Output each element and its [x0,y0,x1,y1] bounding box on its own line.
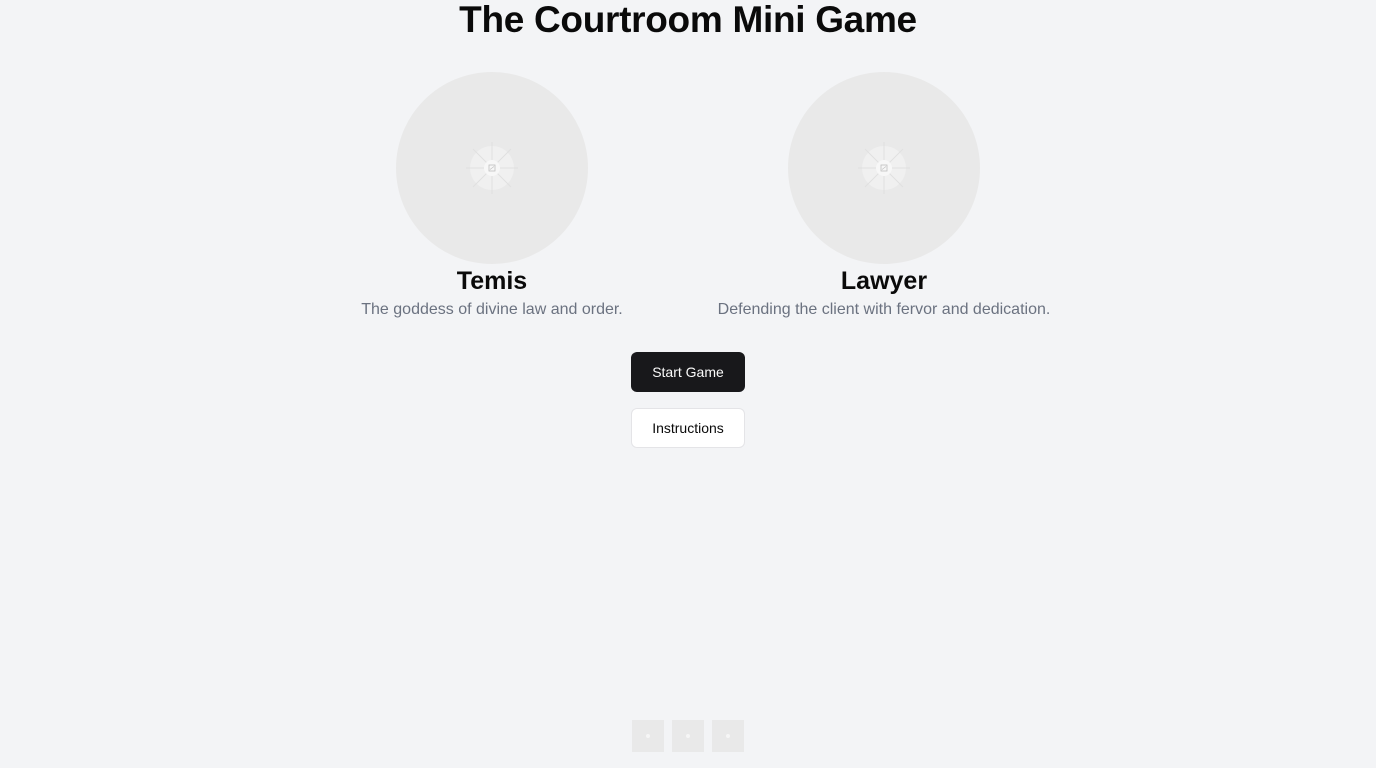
thumbnail-1 [632,720,664,752]
image-placeholder-icon [686,734,690,738]
thumbnail-row [632,720,744,752]
character-portrait [396,72,588,264]
image-placeholder-icon [646,734,650,738]
image-placeholder-icon [858,142,910,194]
character-card-lawyer: Lawyer Defending the client with fervor … [684,72,1084,321]
character-card-temis: Temis The goddess of divine law and orde… [292,72,692,321]
start-game-button[interactable]: Start Game [631,352,745,392]
image-placeholder-icon [726,734,730,738]
character-description: Defending the client with fervor and ded… [717,301,1051,318]
instructions-button[interactable]: Instructions [631,408,745,448]
thumbnail-3 [712,720,744,752]
character-name: Temis [456,267,528,295]
character-portrait [788,72,980,264]
character-description: The goddess of divine law and order. [361,301,623,318]
page-title: The Courtroom Mini Game [459,0,917,40]
character-name: Lawyer [840,267,928,295]
thumbnail-2 [672,720,704,752]
image-placeholder-icon [466,142,518,194]
